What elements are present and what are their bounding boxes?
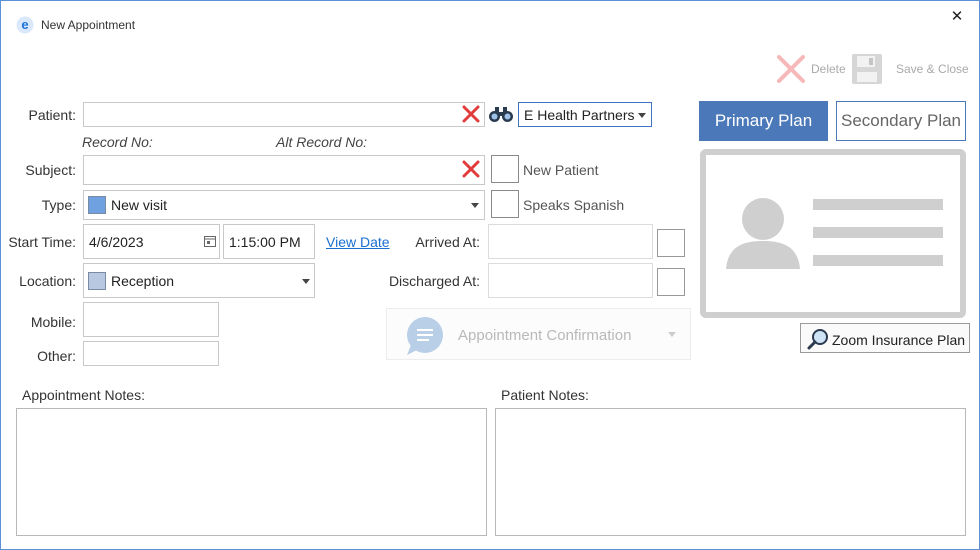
clear-subject-icon[interactable]	[462, 160, 480, 178]
type-label: Type:	[41, 197, 76, 213]
person-avatar-icon	[726, 198, 800, 269]
practice-dropdown[interactable]: E Health Partners	[518, 102, 652, 127]
delete-x-icon	[777, 55, 805, 83]
location-label: Location:	[19, 273, 76, 289]
type-dropdown[interactable]: New visit	[83, 190, 485, 220]
zoom-insurance-plan-button[interactable]: Zoom Insurance Plan	[800, 323, 970, 353]
magnifier-icon	[807, 329, 828, 350]
card-line	[813, 227, 943, 238]
new-patient-label: New Patient	[523, 162, 599, 178]
patient-notes-label: Patient Notes:	[501, 387, 589, 403]
appointment-notes-textarea[interactable]	[16, 408, 487, 536]
discharged-at-input[interactable]	[488, 263, 653, 298]
arrived-at-checkbox[interactable]	[657, 229, 685, 257]
appointment-confirmation-label: Appointment Confirmation	[458, 327, 632, 344]
chevron-down-icon	[668, 332, 676, 337]
speaks-spanish-label: Speaks Spanish	[523, 197, 625, 213]
new-patient-checkbox[interactable]	[491, 155, 519, 183]
discharged-at-label: Discharged At:	[388, 273, 480, 289]
patient-input[interactable]	[83, 102, 485, 127]
delete-label: Delete	[811, 62, 846, 76]
save-close-label: Save & Close	[896, 62, 969, 76]
window-title: New Appointment	[41, 18, 136, 32]
speaks-spanish-checkbox[interactable]	[491, 190, 519, 218]
tab-secondary-plan[interactable]: Secondary Plan	[836, 101, 966, 141]
chevron-down-icon	[302, 279, 310, 284]
view-date-link[interactable]: View Date	[326, 234, 390, 250]
card-line	[813, 199, 943, 210]
other-input[interactable]	[83, 341, 219, 366]
save-close-button[interactable]: Save & Close	[851, 53, 971, 85]
location-dropdown[interactable]: Reception	[83, 263, 315, 298]
mobile-label: Mobile:	[30, 314, 76, 330]
location-color-swatch	[88, 272, 106, 290]
patient-label: Patient:	[28, 107, 76, 123]
record-no-label: Record No:	[82, 134, 153, 150]
start-time-label: Start Time:	[8, 234, 76, 250]
new-appointment-window: e New Appointment ✕ Delete Save & Close …	[0, 0, 980, 550]
arrived-at-label: Arrived At:	[415, 234, 480, 250]
chat-bubble-icon	[407, 317, 443, 355]
svg-text:e: e	[21, 17, 28, 32]
arrived-at-input[interactable]	[488, 224, 653, 259]
clear-patient-icon[interactable]	[462, 105, 480, 123]
patient-notes-textarea[interactable]	[495, 408, 966, 536]
insurance-card-placeholder	[700, 149, 966, 318]
start-time-input[interactable]: 1:15:00 PM	[223, 224, 315, 259]
delete-button[interactable]: Delete	[775, 53, 846, 85]
appointment-notes-label: Appointment Notes:	[22, 387, 145, 403]
subject-label: Subject:	[25, 162, 76, 178]
chevron-down-icon	[471, 203, 479, 208]
mobile-input[interactable]	[83, 302, 219, 337]
discharged-at-checkbox[interactable]	[657, 268, 685, 296]
save-disk-icon	[852, 54, 882, 84]
type-color-swatch	[88, 196, 106, 214]
appointment-confirmation-dropdown[interactable]: Appointment Confirmation	[386, 308, 691, 360]
close-icon[interactable]: ✕	[949, 9, 965, 25]
subject-input[interactable]	[83, 155, 485, 185]
chevron-down-icon	[638, 113, 646, 118]
start-date-input[interactable]: 4/6/2023	[83, 224, 220, 259]
card-line	[813, 255, 943, 266]
tab-primary-plan[interactable]: Primary Plan	[699, 101, 828, 141]
calendar-icon[interactable]	[204, 235, 216, 247]
alt-record-no-label: Alt Record No:	[276, 134, 368, 150]
binoculars-icon[interactable]	[488, 105, 514, 123]
app-logo-icon: e	[16, 16, 34, 34]
other-label: Other:	[37, 348, 76, 364]
